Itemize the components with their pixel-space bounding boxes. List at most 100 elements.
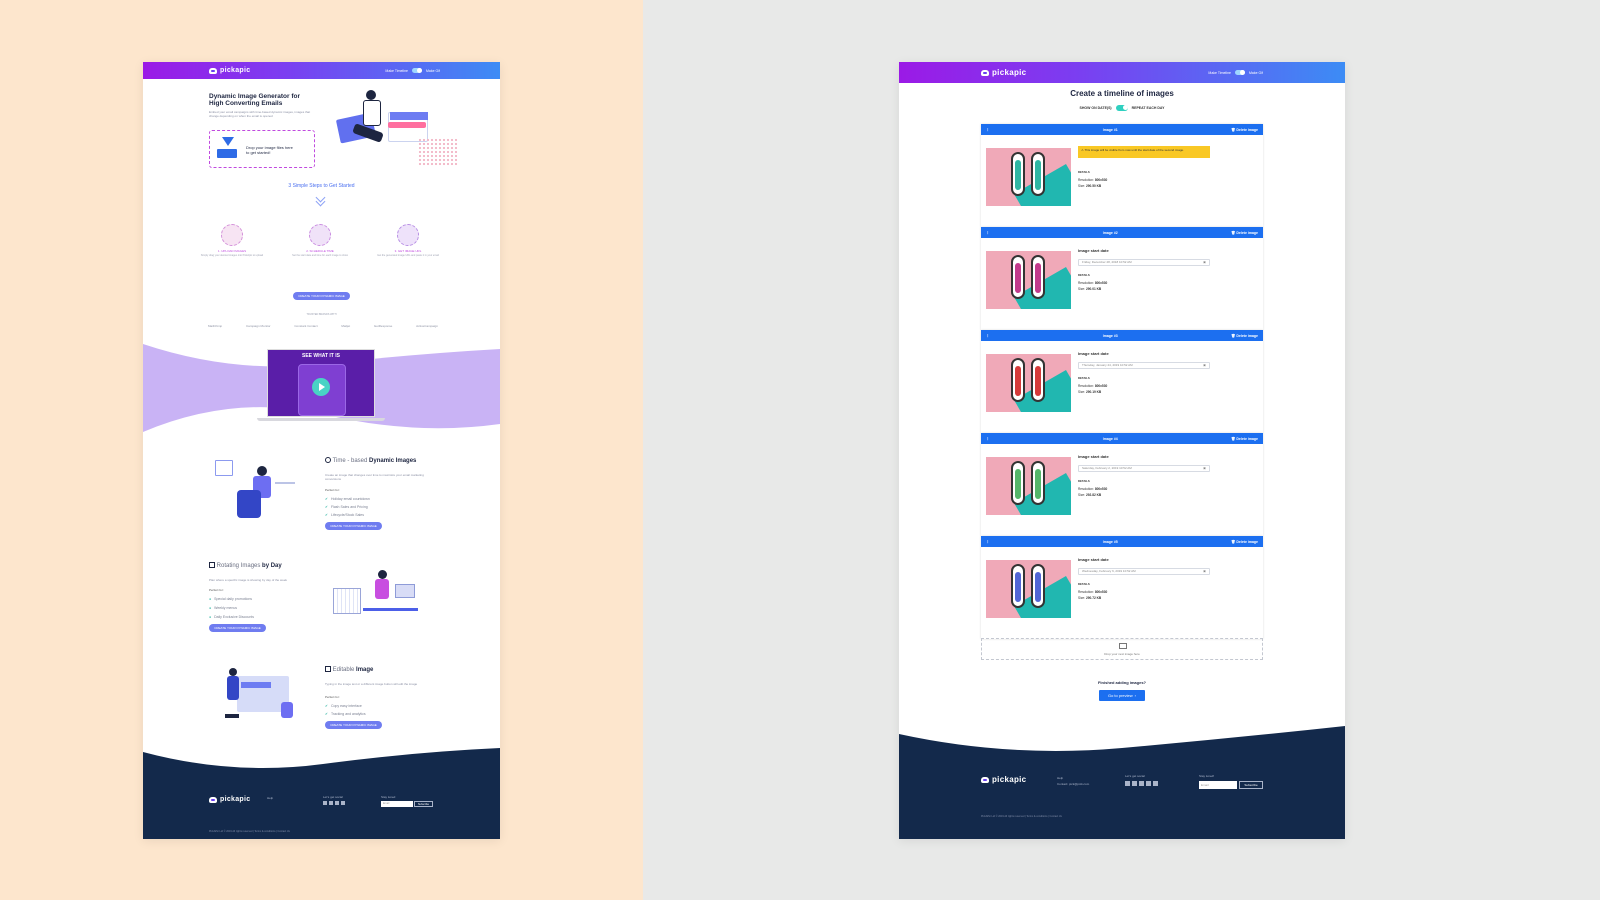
resolution-value: 800x530 — [1094, 384, 1108, 388]
timeline-footer-social-label: Let's get social — [1125, 774, 1145, 778]
feature-3-desc: Typing in the image text or a different … — [325, 682, 418, 686]
timeline-footer-logo[interactable]: pickapic — [981, 775, 1026, 784]
clock-step-icon — [309, 224, 331, 246]
image-thumbnail[interactable] — [986, 457, 1071, 515]
linkedin-icon[interactable] — [335, 801, 339, 805]
resolution-value: 800x530 — [1094, 178, 1108, 182]
calendar-icon[interactable]: ▣ — [1203, 569, 1206, 574]
start-date-input[interactable]: Friday, December 28, 2018 10:52 AM ▣ — [1078, 259, 1210, 266]
chevron-down-icon — [315, 192, 327, 207]
feature-3-title: Editable Image — [325, 666, 373, 673]
linkedin-icon[interactable] — [1139, 781, 1144, 786]
twitter-icon[interactable] — [1132, 781, 1137, 786]
drag-handle-icon[interactable]: ⋮ — [986, 128, 990, 132]
image-thumbnail[interactable] — [986, 148, 1071, 206]
feature-2-desc: Plan where a specific image is showing b… — [209, 578, 288, 582]
play-icon[interactable] — [312, 378, 330, 396]
footer-subscribe-button[interactable]: Subscribe — [414, 801, 433, 807]
feature-1-title-b: Dynamic Images — [369, 458, 417, 464]
show-on-dates-label[interactable]: SHOW ON DATE(S) — [1080, 106, 1112, 110]
footer-email-input[interactable]: Email — [381, 801, 413, 807]
timeline-footer-subscribe-button[interactable]: Subscribe — [1239, 781, 1263, 789]
hero-dropzone[interactable]: Drop your image files here to get starte… — [209, 130, 315, 168]
delete-image-button[interactable]: 🗑 Delete image — [1231, 128, 1258, 132]
upload-icon — [217, 137, 237, 158]
mode-toggle-switch[interactable] — [411, 68, 422, 73]
repeat-toggle-switch[interactable] — [1115, 105, 1128, 111]
timeline-mode-toggle-switch[interactable] — [1234, 70, 1245, 75]
drag-handle-icon[interactable]: ⋮ — [986, 437, 990, 441]
image-card-title: Image #4 — [1102, 436, 1118, 441]
details-label: DETAILS — [1078, 376, 1090, 380]
timeline-footer-help[interactable]: Help — [1057, 776, 1063, 780]
facebook-icon[interactable] — [323, 801, 327, 805]
calendar-icon[interactable]: ▣ — [1203, 466, 1206, 471]
visibility-warning: ⚠ This image will be visible from now un… — [1078, 146, 1210, 158]
drag-handle-icon[interactable]: ⋮ — [986, 540, 990, 544]
instagram-icon[interactable] — [341, 801, 345, 805]
date-mode-toggle: SHOW ON DATE(S) REPEAT EACH DAY — [899, 105, 1345, 111]
step-2-label: 2. SCHEDULE TIME — [306, 249, 334, 253]
timeline-make-gif-label[interactable]: Make Gif — [1249, 71, 1263, 75]
footer-help-link[interactable]: Help — [267, 796, 273, 800]
drag-handle-icon[interactable]: ⋮ — [986, 231, 990, 235]
clock-icon — [325, 457, 331, 463]
calendar-icon[interactable]: ▣ — [1203, 260, 1206, 265]
calendar-icon[interactable]: ▣ — [1203, 363, 1206, 368]
brand-logo[interactable]: pickapic — [209, 67, 250, 74]
feature-1-cta-button[interactable]: CREATE YOUR DYNAMIC IMAGE — [325, 522, 382, 530]
delete-image-label: Delete image — [1236, 539, 1258, 544]
timeline-top-nav: pickapic Make Timeline Make Gif — [899, 62, 1345, 83]
feature-2-illustration — [333, 570, 423, 640]
feature-2-title-a: Rotating Images — [216, 563, 263, 569]
footer-logo[interactable]: pickapic — [209, 796, 250, 803]
delete-image-button[interactable]: 🗑 Delete image — [1231, 334, 1258, 338]
image-thumbnail[interactable] — [986, 354, 1071, 412]
resolution-row: Resolution: 800x530 — [1078, 590, 1107, 594]
delete-image-button[interactable]: 🗑 Delete image — [1231, 437, 1258, 441]
timeline-footer-stay-tuned: Stay tuned! — [1199, 774, 1215, 778]
feature-1-item-1-text: Holiday email countdown — [330, 497, 370, 501]
repeat-each-day-label[interactable]: REPEAT EACH DAY — [1132, 106, 1165, 110]
start-date-input[interactable]: Saturday, February 2, 2019 10:52 AM ▣ — [1078, 465, 1210, 472]
timeline-make-timeline-label[interactable]: Make Timeline — [1208, 71, 1231, 75]
warning-text: This image will be visible from now unti… — [1084, 148, 1185, 152]
delete-image-button[interactable]: 🗑 Delete image — [1231, 231, 1258, 235]
timeline-footer-copyright: PickAPic Ltd © 2019 All rights reserved … — [981, 815, 1062, 818]
timeline-brand-logo[interactable]: pickapic — [981, 68, 1026, 77]
image-card-body: Image start date Thursday, January 24, 2… — [981, 341, 1263, 433]
step-3: 3. GET IMAGE URL Get the generated image… — [369, 224, 447, 257]
feature-2-cta-button[interactable]: CREATE YOUR DYNAMIC IMAGE — [209, 624, 266, 632]
size-label: Size: — [1078, 493, 1086, 497]
image-thumbnail[interactable] — [986, 251, 1071, 309]
video-label: SEE WHAT IT IS — [302, 353, 340, 359]
start-date-input[interactable]: Wednesday, February 6, 2019 10:52 AM ▣ — [1078, 568, 1210, 575]
feature-2-item-2-text: Weekly menus — [214, 606, 238, 610]
feature-2-item-3: ● Daily Exclusive Discounts — [209, 615, 254, 619]
calendar-icon — [209, 562, 215, 568]
facebook-icon[interactable] — [1125, 781, 1130, 786]
link-step-icon — [397, 224, 419, 246]
thumb-shoe-left — [1011, 358, 1025, 402]
timeline-footer-email-input[interactable]: Email — [1199, 781, 1237, 789]
make-timeline-label[interactable]: Make Timeline — [385, 69, 408, 73]
timeline-footer-contact[interactable]: Contact: pick@pick.com — [1057, 782, 1089, 786]
details-label: DETAILS — [1078, 273, 1090, 277]
instagram-icon[interactable] — [1146, 781, 1151, 786]
go-to-preview-button[interactable]: Go to preview › — [1099, 690, 1145, 701]
brand-constant-contact: Constant Contact — [294, 324, 318, 328]
delete-image-label: Delete image — [1236, 230, 1258, 235]
drop-next-zone[interactable]: Drop your next image here — [981, 638, 1263, 660]
image-thumbnail[interactable] — [986, 560, 1071, 618]
create-dynamic-image-button[interactable]: CREATE YOUR DYNAMIC IMAGE — [293, 292, 350, 300]
start-date-input[interactable]: Thursday, January 24, 2019 10:52 AM ▣ — [1078, 362, 1210, 369]
feature-3-cta-button[interactable]: CREATE YOUR DYNAMIC IMAGE — [325, 721, 382, 729]
video-player[interactable]: SEE WHAT IT IS — [267, 349, 375, 417]
delete-image-button[interactable]: 🗑 Delete image — [1231, 540, 1258, 544]
laptop-base — [257, 418, 385, 421]
make-gif-label[interactable]: Make Gif — [426, 69, 440, 73]
drag-handle-icon[interactable]: ⋮ — [986, 334, 990, 338]
twitter-icon[interactable] — [329, 801, 333, 805]
youtube-icon[interactable] — [1153, 781, 1158, 786]
thumb-shoe-right — [1031, 358, 1045, 402]
